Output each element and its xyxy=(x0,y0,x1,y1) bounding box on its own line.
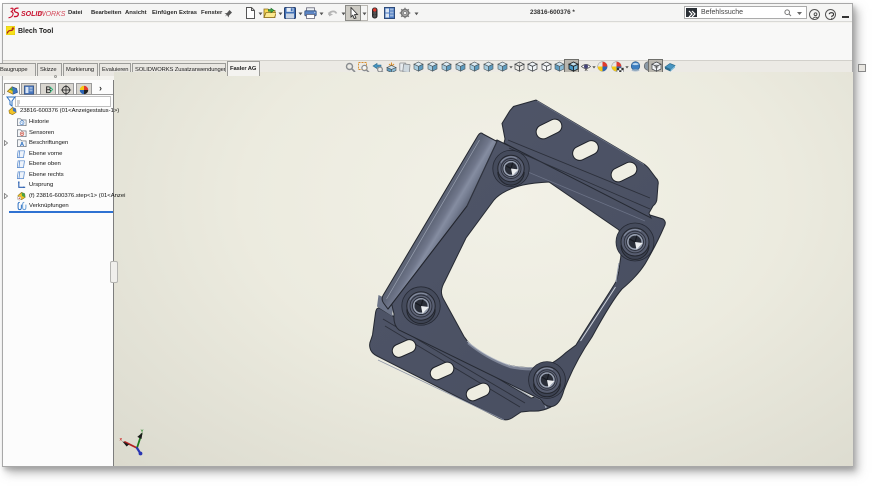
svg-text:x: x xyxy=(120,437,123,442)
svg-text:Y: Y xyxy=(141,429,144,434)
svg-text:A: A xyxy=(20,142,25,148)
svg-text:WORKS: WORKS xyxy=(39,11,66,18)
